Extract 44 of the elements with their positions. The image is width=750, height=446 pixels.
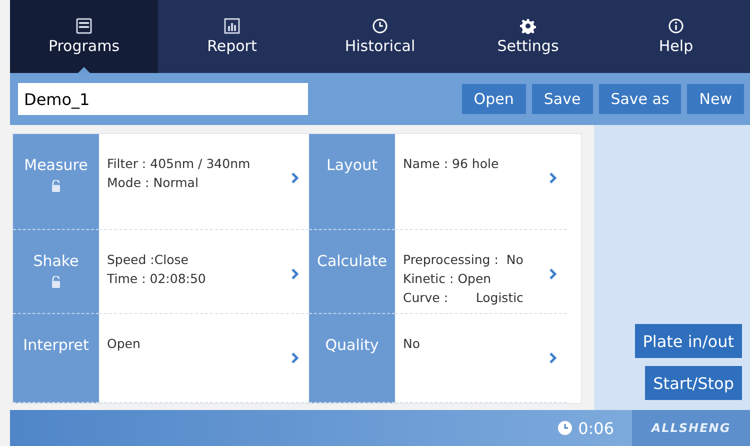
setting-text: No bbox=[403, 336, 420, 351]
section-label: Layout bbox=[326, 156, 378, 174]
toolbar-button[interactable]: Save as bbox=[598, 84, 682, 114]
section-label: Measure bbox=[24, 156, 88, 174]
setting-text: Speed :Close bbox=[107, 252, 190, 267]
setting-text: Kinetic : Open bbox=[403, 271, 492, 286]
chevron-right-icon[interactable] bbox=[291, 268, 299, 280]
nav-tab[interactable]: Help bbox=[602, 0, 750, 73]
section-label: Quality bbox=[325, 336, 379, 354]
padlock-icon bbox=[51, 180, 61, 192]
setting-text: Mode : Normal bbox=[107, 175, 200, 190]
nav-tab[interactable]: Settings bbox=[454, 0, 602, 73]
chevron-right-icon[interactable] bbox=[549, 268, 557, 280]
section-label: Shake bbox=[33, 252, 79, 270]
nav-tab[interactable]: Report bbox=[158, 0, 306, 73]
setting-text: Time : 02:08:50 bbox=[107, 271, 206, 286]
toolbar-button[interactable]: Save bbox=[532, 84, 593, 114]
elapsed-time: 0:06 bbox=[578, 418, 614, 438]
setting-text: Open bbox=[107, 336, 140, 351]
setting-text: Name : 96 hole bbox=[403, 156, 499, 171]
chevron-right-icon[interactable] bbox=[291, 172, 299, 184]
setting-text: Preprocessing : No bbox=[403, 252, 524, 267]
chevron-right-icon[interactable] bbox=[549, 352, 557, 364]
chart-icon bbox=[224, 18, 240, 34]
info-icon bbox=[668, 18, 684, 34]
chevron-right-icon[interactable] bbox=[549, 172, 557, 184]
action-button[interactable]: Plate in/out bbox=[634, 324, 742, 358]
section-label: Interpret bbox=[23, 336, 89, 354]
brand-logo: ALLSHENG bbox=[632, 410, 750, 446]
nav-tab[interactable]: Programs bbox=[10, 0, 158, 73]
settings-icon bbox=[520, 18, 536, 34]
padlock-icon bbox=[51, 276, 61, 288]
clock-icon bbox=[372, 18, 388, 34]
action-button[interactable]: Start/Stop bbox=[645, 366, 742, 400]
program-name-field[interactable]: Demo_1 bbox=[18, 83, 308, 115]
setting-text: Curve : Logistic bbox=[403, 290, 524, 305]
setting-text: Filter : 405nm / 340nm bbox=[107, 156, 250, 171]
nav-tab[interactable]: Historical bbox=[306, 0, 454, 73]
toolbar-button[interactable]: New bbox=[687, 84, 744, 114]
section-label: Calculate bbox=[316, 252, 388, 270]
toolbar-button[interactable]: Open bbox=[462, 84, 526, 114]
clock-icon bbox=[558, 421, 572, 435]
chevron-right-icon[interactable] bbox=[291, 352, 299, 364]
window-icon bbox=[76, 18, 92, 34]
